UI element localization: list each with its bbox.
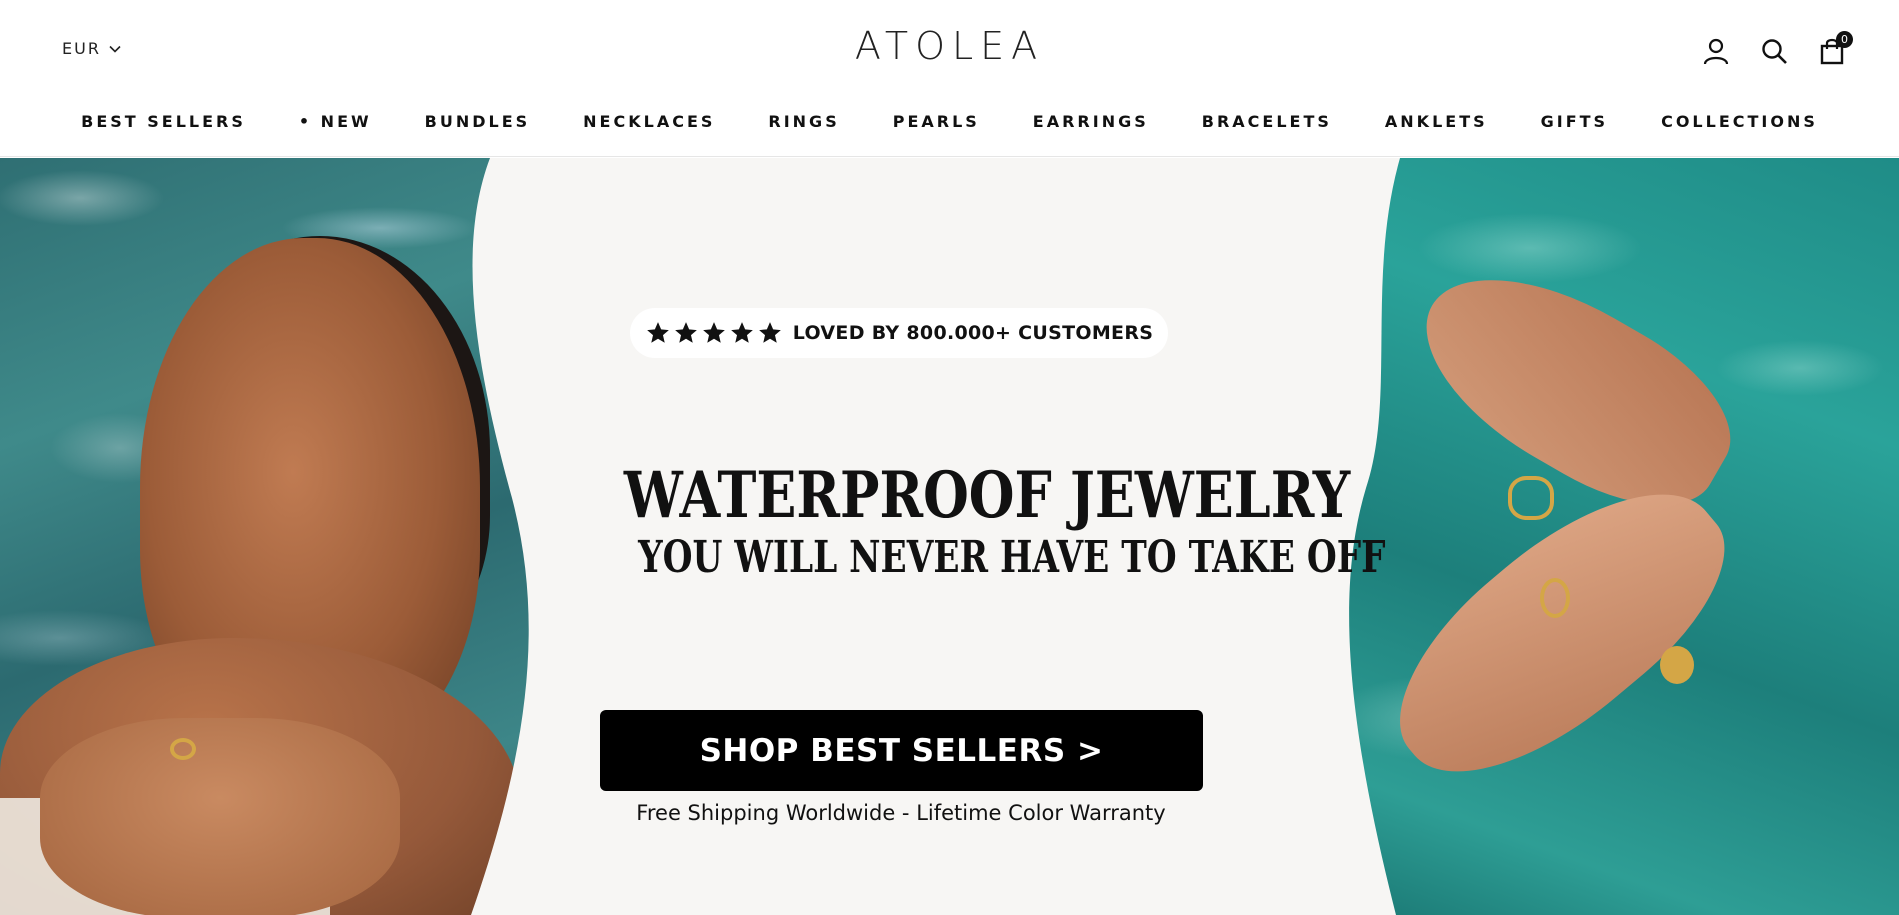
reviews-badge: LOVED BY 800.000+ CUSTOMERS [630,308,1168,358]
search-button[interactable] [1759,34,1789,68]
headline-primary: WATERPROOF JEWELRY [623,458,1351,533]
star-icon [702,322,725,343]
nav-item-new[interactable]: • NEW [299,112,372,131]
nav-item-rings[interactable]: RINGS [768,112,839,131]
site-logo[interactable]: ATOLEA [0,24,1899,68]
headline-secondary: YOU WILL NEVER HAVE TO TAKE OFF [638,532,1386,583]
nav-item-bracelets[interactable]: BRACELETS [1202,112,1332,131]
ring-gold [170,738,196,760]
reviews-badge-text: LOVED BY 800.000+ CUSTOMERS [792,322,1154,344]
nav-item-pearls[interactable]: PEARLS [893,112,980,131]
star-icon [674,322,697,343]
model-hands [40,718,400,915]
cart-button[interactable]: 0 [1817,31,1853,68]
cart-count-badge: 0 [1836,31,1853,48]
nav-item-gifts[interactable]: GIFTS [1541,112,1608,131]
nav-item-collections[interactable]: COLLECTIONS [1661,112,1818,131]
ring-open-square [1508,476,1554,520]
account-icon [1703,38,1729,65]
nav-item-bundles[interactable]: BUNDLES [425,112,531,131]
star-icon [730,322,753,343]
hero-photo-hands [1330,158,1899,915]
hero-banner[interactable]: LOVED BY 800.000+ CUSTOMERS WATERPROOF J… [0,158,1899,915]
main-nav: BEST SELLERS • NEW BUNDLES NECKLACES RIN… [0,112,1899,131]
nav-item-earrings[interactable]: EARRINGS [1033,112,1149,131]
ring-stacked [1540,578,1570,618]
logo-text: ATOLEA [854,24,1045,68]
nav-item-best-sellers[interactable]: BEST SELLERS [81,112,246,131]
star-icon [646,322,669,343]
header-icons: 0 [1701,31,1853,68]
star-icon [758,322,781,343]
cta-label: SHOP BEST SELLERS > [699,732,1104,769]
nav-item-anklets[interactable]: ANKLETS [1385,112,1488,131]
shop-best-sellers-button[interactable]: SHOP BEST SELLERS > [600,710,1203,791]
rating-stars [645,320,783,346]
account-button[interactable] [1701,34,1731,68]
search-icon [1762,39,1787,64]
site-header: EUR ATOLEA 0 BEST SELLERS • NEW BUNDLES … [0,0,1899,157]
nav-item-necklaces[interactable]: NECKLACES [583,112,715,131]
shipping-warranty-note: Free Shipping Worldwide - Lifetime Color… [636,801,1166,825]
hero-headline: WATERPROOF JEWELRY YOU WILL NEVER HAVE T… [560,458,1386,584]
ring-dome [1660,646,1694,684]
